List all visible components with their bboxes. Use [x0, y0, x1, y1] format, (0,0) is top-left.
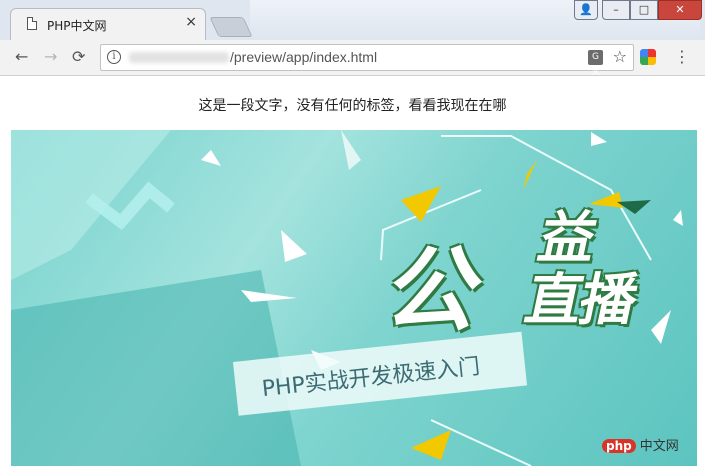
watermark-logo: php: [602, 439, 636, 453]
page-icon: [27, 17, 37, 30]
forward-button[interactable]: →: [44, 48, 57, 66]
menu-icon[interactable]: ⋮: [674, 48, 690, 66]
page-content: 这是一段文字，没有任何的标签，看看我现在在哪 公 益 直播 PHP实战开发极速入…: [0, 76, 705, 466]
browser-toolbar: ← → ⟳ i /preview/app/index.html G文 ☆ ⋮: [0, 40, 705, 77]
minimize-button[interactable]: –: [602, 0, 630, 20]
extension-icon[interactable]: [640, 49, 656, 65]
translate-icon[interactable]: G文: [588, 50, 603, 77]
close-window-button[interactable]: ✕: [658, 0, 702, 20]
user-button[interactable]: 👤: [574, 0, 598, 20]
watermark-label: 中文网: [639, 439, 679, 454]
star-icon[interactable]: ☆: [613, 48, 627, 66]
browser-tab[interactable]: PHP中文网 ×: [10, 8, 206, 40]
tab-title: PHP中文网: [47, 19, 107, 33]
banner-image: 公 益 直播 PHP实战开发极速入门: [11, 130, 697, 466]
url-text[interactable]: /preview/app/index.html: [230, 49, 377, 65]
maximize-button[interactable]: □: [630, 0, 658, 20]
address-bar[interactable]: i /preview/app/index.html G文 ☆: [100, 44, 634, 77]
new-tab-button[interactable]: [209, 17, 253, 37]
browser-titlebar: PHP中文网 × 👤 – □ ✕: [0, 0, 705, 40]
reload-button[interactable]: ⟳: [72, 48, 85, 66]
back-button[interactable]: ←: [15, 48, 28, 66]
info-icon[interactable]: i: [107, 50, 121, 64]
tab-close-icon[interactable]: ×: [185, 14, 197, 30]
blurred-host: [129, 52, 229, 63]
page-paragraph: 这是一段文字，没有任何的标签，看看我现在在哪: [198, 98, 507, 114]
watermark: php 中文网: [602, 435, 679, 454]
